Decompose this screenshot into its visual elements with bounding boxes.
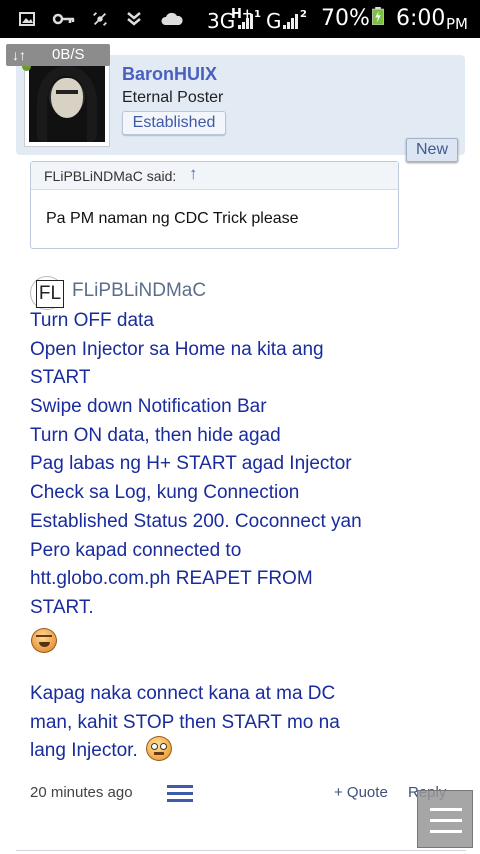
floating-menu-button[interactable]	[417, 790, 473, 848]
signal-icon-2	[283, 14, 298, 29]
network-type-2: G	[266, 9, 282, 33]
quote-block: FLiPBLiNDMaC said: ↑ Pa PM naman ng CDC …	[30, 161, 399, 249]
message-line: Turn ON data, then hide agad	[30, 424, 281, 446]
message-line-text: lang Injector.	[30, 740, 138, 762]
network-speed-overlay: ↓↑ 0B/S	[6, 44, 110, 66]
avatar-image	[29, 64, 105, 142]
quote-header: FLiPBLiNDMaC said: ↑	[31, 162, 398, 190]
grin-smiley-icon	[30, 627, 60, 655]
message-line: Established Status 200. Coconnect yan	[30, 510, 362, 532]
user-title: Eternal Poster	[122, 89, 224, 106]
author-initials: FL	[36, 280, 64, 308]
transfer-arrows-icon: ↓↑	[12, 47, 26, 63]
message-line: Kapag naka connect kana at ma DC	[30, 682, 336, 704]
reply-author-avatar[interactable]: FL	[30, 276, 64, 310]
reply-author-name[interactable]: FLiPBLiNDMaC	[72, 280, 206, 302]
key-icon	[52, 13, 75, 25]
new-badge: New	[406, 138, 458, 162]
quote-button[interactable]: + Quote	[334, 784, 388, 801]
no-satellite-icon	[93, 12, 107, 26]
battery-percent: 70%	[321, 6, 370, 31]
message-line: Pero kapad connected to	[30, 539, 242, 561]
quote-author: FLiPBLiNDMaC said:	[44, 168, 177, 184]
download-icon	[127, 12, 141, 26]
message-line: START.	[30, 596, 94, 618]
username[interactable]: BaronHUIX	[122, 64, 217, 85]
user-rank-badge: Established	[122, 111, 226, 135]
sim2-indicator: 2	[300, 9, 307, 20]
cloud-icon	[161, 12, 183, 25]
image-icon	[19, 12, 35, 26]
message-last-line: lang Injector.	[30, 735, 410, 766]
message-line: Open Injector sa Home na kita ang	[30, 338, 324, 360]
confused-smiley-icon	[145, 735, 175, 763]
post-menu-icon[interactable]	[167, 785, 193, 803]
message-body: Turn OFF data Open Injector sa Home na k…	[30, 307, 410, 766]
message-line: Swipe down Notification Bar	[30, 396, 267, 418]
clock: 6:00	[396, 6, 446, 31]
message-line: man, kahit STOP then START mo na	[30, 711, 340, 733]
jump-to-quote-icon[interactable]: ↑	[189, 164, 198, 184]
speed-rate: 0B/S	[52, 46, 85, 63]
message-line: Pag labas ng H+ START agad Injector	[30, 453, 352, 475]
smiley-line	[30, 623, 410, 655]
message-line: Check sa Log, kung Connection	[30, 482, 300, 504]
clock-ampm: PM	[446, 15, 468, 33]
message-line: Turn OFF data	[30, 310, 154, 331]
message-line: START	[30, 367, 91, 389]
message-line: htt.globo.com.ph REAPET FROM	[30, 568, 313, 590]
battery-icon	[372, 7, 384, 25]
signal-icon	[238, 14, 253, 29]
avatar[interactable]	[24, 59, 110, 147]
quote-text: Pa PM naman ng CDC Trick please	[46, 210, 299, 227]
sim1-indicator: 1	[254, 9, 261, 20]
post-timestamp[interactable]: 20 minutes ago	[30, 784, 133, 801]
status-bar: 3G H+ 1 G 2 70% 6:00 PM	[0, 0, 480, 38]
post-divider	[16, 850, 466, 851]
